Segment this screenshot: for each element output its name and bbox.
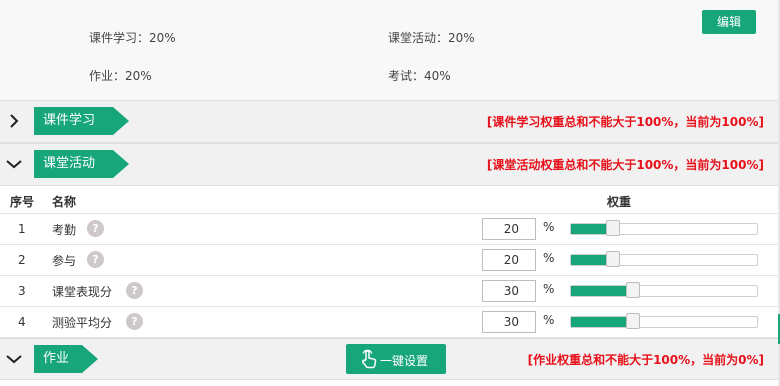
weight-input[interactable]: 30 (482, 311, 536, 333)
hand-pointer-icon (360, 349, 378, 372)
slider-handle[interactable] (606, 220, 620, 236)
section-courseware: 课件学习 [课件学习权重总和不能大于100%，当前为100%] (0, 100, 778, 143)
help-icon[interactable]: ? (126, 313, 143, 330)
section-warning-homework: [作业权重总和不能大于100%，当前为0%] (527, 353, 764, 367)
percent-sign: % (543, 313, 555, 327)
summary-courseware: 课件学习：20% (89, 31, 176, 45)
slider-fill (571, 317, 632, 327)
row-index: 2 (18, 253, 26, 267)
percent-sign: % (543, 220, 555, 234)
row-index: 1 (18, 222, 26, 236)
table-row: 4 测验平均分 ? 30 % (0, 307, 778, 338)
summary-class-activity: 课堂活动：20% (388, 31, 475, 45)
weight-input[interactable]: 20 (482, 218, 536, 240)
weight-slider[interactable] (570, 251, 758, 267)
chevron-down-icon[interactable] (4, 349, 24, 369)
weight-slider[interactable] (570, 282, 758, 298)
summary-exam: 考试：40% (388, 69, 451, 83)
section-title-class-activity: 课堂活动 (34, 150, 129, 178)
weight-slider[interactable] (570, 220, 758, 236)
percent-sign: % (543, 251, 555, 265)
row-name: 课堂表现分 (52, 285, 113, 299)
weight-table-header: 序号 名称 权重 (0, 186, 778, 214)
help-icon[interactable]: ? (87, 251, 104, 268)
slider-handle[interactable] (606, 251, 620, 267)
table-row: 2 参与 ? 20 % (0, 245, 778, 276)
row-name: 参与 (52, 254, 77, 268)
section-homework: 作业 一键设置 [作业权重总和不能大于100%，当前为0%] (0, 338, 778, 380)
weight-slider[interactable] (570, 313, 758, 329)
summary-homework: 作业：20% (89, 69, 152, 83)
row-index: 3 (18, 284, 26, 298)
slider-handle[interactable] (626, 313, 640, 329)
chevron-right-icon[interactable] (4, 111, 24, 131)
row-name: 测验平均分 (52, 316, 113, 330)
one-key-setup-label: 一键设置 (380, 354, 429, 368)
weight-input[interactable]: 20 (482, 249, 536, 271)
section-title-homework: 作业 (34, 345, 98, 373)
section-title-courseware: 课件学习 (34, 107, 129, 135)
section-warning-class-activity: [课堂活动权重总和不能大于100%，当前为100%] (486, 158, 764, 172)
one-key-setup-button[interactable]: 一键设置 (346, 344, 446, 374)
row-index: 4 (18, 315, 26, 329)
percent-sign: % (543, 282, 555, 296)
table-row: 3 课堂表现分 ? 30 % (0, 276, 778, 307)
section-warning-courseware: [课件学习权重总和不能大于100%，当前为100%] (486, 115, 764, 129)
table-row: 1 考勤 ? 20 % (0, 214, 778, 245)
row-name: 考勤 (52, 223, 77, 237)
header-name: 名称 (52, 195, 77, 209)
slider-handle[interactable] (626, 282, 640, 298)
edit-button[interactable]: 编辑 (702, 10, 756, 34)
chevron-down-icon[interactable] (4, 154, 24, 174)
section-class-activity: 课堂活动 [课堂活动权重总和不能大于100%，当前为100%] (0, 143, 778, 186)
slider-fill (571, 286, 632, 296)
weight-summary-panel: 课件学习：20% 课堂活动：20% 作业：20% 考试：40% 编辑 (0, 0, 778, 100)
header-weight: 权重 (607, 195, 632, 209)
weight-input[interactable]: 30 (482, 280, 536, 302)
help-icon[interactable]: ? (126, 282, 143, 299)
header-index: 序号 (10, 195, 35, 209)
help-icon[interactable]: ? (87, 220, 104, 237)
